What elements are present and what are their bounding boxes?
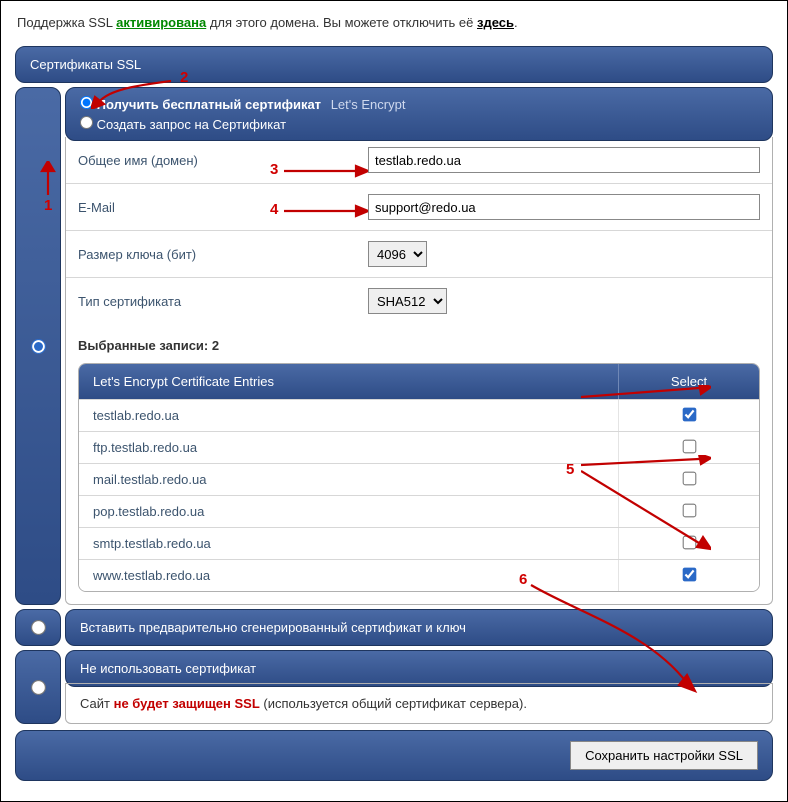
table-row: www.testlab.redo.ua: [79, 559, 759, 591]
table-row: pop.testlab.redo.ua: [79, 495, 759, 527]
entry-checkbox[interactable]: [682, 439, 696, 453]
alt-radio-no-cert-cell[interactable]: [15, 650, 61, 724]
annotation-4: 4: [270, 201, 278, 218]
ssl-support-line: Поддержка SSL активирована для этого дом…: [17, 15, 773, 30]
provider-label: Let's Encrypt: [331, 97, 406, 112]
label-get-free-cert[interactable]: Получить бесплатный сертификат: [97, 97, 321, 112]
label-email: E-Mail: [78, 200, 368, 215]
label-make-csr[interactable]: Создать запрос на Сертификат: [97, 117, 286, 132]
annotation-3: 3: [270, 161, 278, 178]
select-keysize[interactable]: 4096: [368, 241, 427, 267]
entry-checkbox[interactable]: [682, 535, 696, 549]
label-certtype: Тип сертификата: [78, 294, 368, 309]
radio-get-free-cert[interactable]: [80, 96, 93, 109]
disable-here-link[interactable]: здесь: [477, 15, 514, 30]
entry-checkbox[interactable]: [682, 407, 696, 421]
entry-name: testlab.redo.ua: [79, 400, 619, 431]
entry-checkbox[interactable]: [682, 567, 696, 581]
entry-name: mail.testlab.redo.ua: [79, 464, 619, 495]
alt-radio-insert-pregen-cell[interactable]: [15, 609, 61, 646]
entry-name: www.testlab.redo.ua: [79, 560, 619, 591]
save-ssl-button[interactable]: Сохранить настройки SSL: [570, 741, 758, 770]
entry-checkbox[interactable]: [682, 503, 696, 517]
label-common-name: Общее имя (домен): [78, 153, 368, 168]
entries-table: Let's Encrypt Certificate Entries Select…: [78, 363, 760, 592]
table-row: testlab.redo.ua: [79, 399, 759, 431]
annotation-1: 1: [44, 197, 52, 214]
entry-name: smtp.testlab.redo.ua: [79, 528, 619, 559]
entry-name: pop.testlab.redo.ua: [79, 496, 619, 527]
mode-radio-insert-pregen[interactable]: [31, 620, 46, 635]
table-row: mail.testlab.redo.ua: [79, 463, 759, 495]
label-keysize: Размер ключа (бит): [78, 247, 368, 262]
alt-bar-insert-pregen[interactable]: Вставить предварительно сгенерированный …: [65, 609, 773, 646]
table-row: smtp.testlab.redo.ua: [79, 527, 759, 559]
cert-form-body: Общее имя (домен) E-Mail Размер ключа (б…: [65, 137, 773, 605]
entry-name: ftp.testlab.redo.ua: [79, 432, 619, 463]
input-email[interactable]: [368, 194, 760, 220]
select-certtype[interactable]: SHA512: [368, 288, 447, 314]
entry-checkbox[interactable]: [682, 471, 696, 485]
entries-col-name: Let's Encrypt Certificate Entries: [79, 364, 619, 399]
footer-bar: Сохранить настройки SSL: [15, 730, 773, 781]
alt-bar-no-cert[interactable]: Не использовать сертификат: [65, 650, 773, 687]
input-common-name[interactable]: [368, 147, 760, 173]
no-cert-warning: Сайт не будет защищен SSL (используется …: [65, 683, 773, 724]
entries-col-select: Select: [619, 364, 759, 399]
annotation-2: 2: [180, 69, 188, 86]
section-header-ssl-certs: Сертификаты SSL: [15, 46, 773, 83]
left-radio-cell[interactable]: [15, 87, 61, 605]
annotation-5: 5: [566, 461, 574, 478]
activated-link[interactable]: активирована: [116, 15, 206, 30]
radio-make-csr[interactable]: [80, 116, 93, 129]
table-row: ftp.testlab.redo.ua: [79, 431, 759, 463]
annotation-6: 6: [519, 571, 527, 588]
selected-entries-count: Выбранные записи: 2: [66, 324, 772, 363]
mode-radio-create[interactable]: [31, 339, 46, 354]
mode-radio-no-cert[interactable]: [31, 680, 46, 695]
create-options-bar: Получить бесплатный сертификат Let's Enc…: [65, 87, 773, 141]
